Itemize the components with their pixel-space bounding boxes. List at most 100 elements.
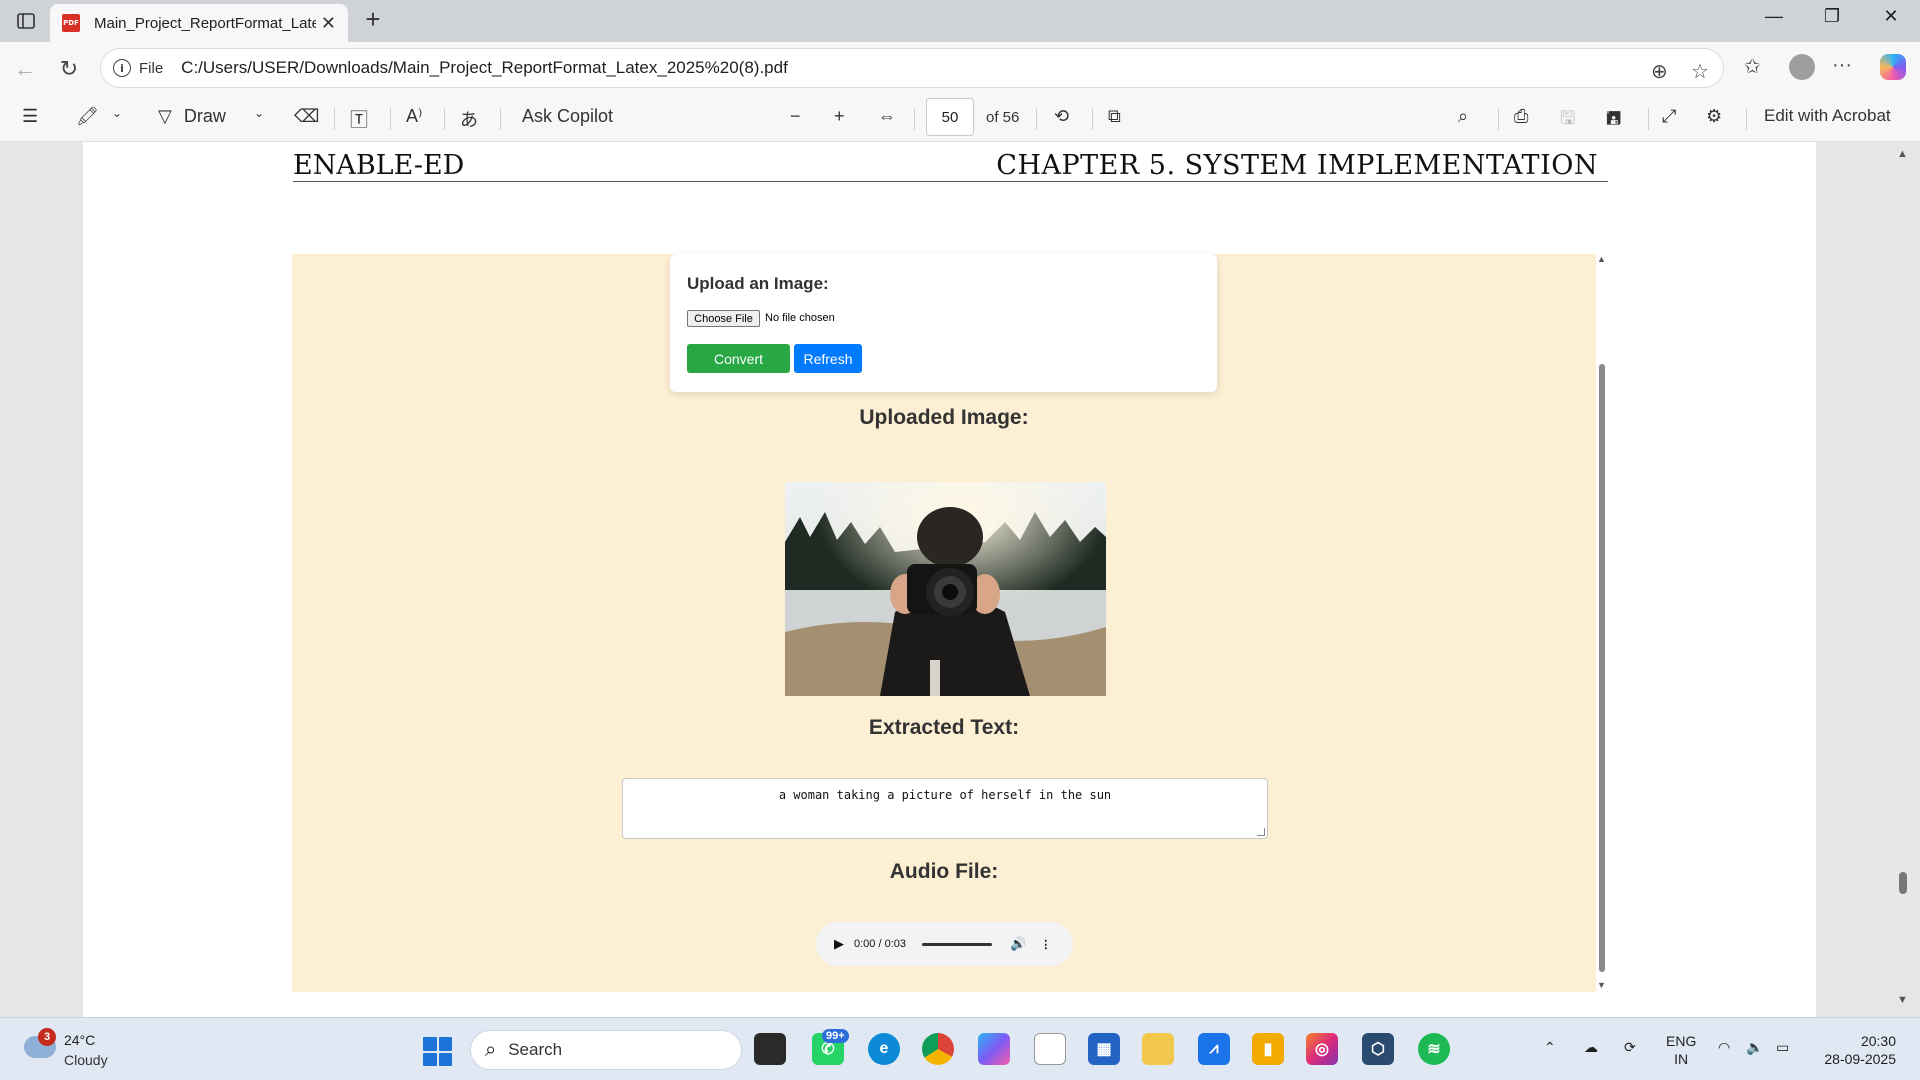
zoom-out-icon[interactable]: − [790,106,801,127]
draw-icon: ▽ [158,106,172,126]
scroll-up-arrow-icon[interactable]: ▲ [1897,148,1908,160]
sync-icon[interactable]: ⟳ [1624,1038,1636,1056]
viewer-scroll-thumb[interactable] [1899,872,1907,894]
spotify-icon[interactable]: ≋ [1418,1033,1450,1065]
onedrive-icon[interactable]: ☁ [1584,1038,1598,1056]
language-top: ENG [1666,1033,1697,1049]
draw-dropdown-icon[interactable]: ⌄ [254,106,264,120]
extracted-text-box: a woman taking a picture of herself in t… [622,778,1268,839]
fit-page-icon[interactable]: ⇔ [878,106,896,127]
taskbar-search[interactable]: ⌕ Search [470,1030,742,1070]
blank-document-icon[interactable] [1034,1033,1066,1065]
back-arrow-icon[interactable]: ← [10,54,40,84]
task-view-icon[interactable] [754,1033,786,1065]
highlight-dropdown-icon[interactable]: ⌄ [112,106,122,120]
header-right: CHAPTER 5. SYSTEM IMPLEMENTATION [996,150,1598,181]
address-field[interactable]: i File C:/Users/USER/Downloads/Main_Proj… [100,48,1724,88]
no-file-text: No file chosen [765,312,835,324]
scroll-down-arrow-icon[interactable]: ▼ [1897,994,1908,1006]
highlight-icon[interactable]: 🖍 [76,106,99,127]
upload-card: Upload an Image: Choose File No file cho… [670,254,1217,392]
embedded-app-screenshot: Upload an Image: Choose File No file cho… [292,254,1596,992]
settings-gear-icon[interactable]: ⚙ [1706,106,1722,127]
ask-copilot-button[interactable]: Ask Copilot [522,106,613,127]
toolbar-divider [444,108,445,130]
extracted-text-title: Extracted Text: [868,716,1020,739]
copilot-icon[interactable] [1880,54,1906,80]
address-bar-row: ← ↻ i File C:/Users/USER/Downloads/Main_… [0,42,1920,94]
scroll-up-icon: ▲ [1597,254,1606,264]
save-icon[interactable]: 🖫 [1560,106,1575,136]
close-tab-icon[interactable]: ✕ [321,13,336,34]
uploaded-photo [785,482,1106,696]
minimize-icon[interactable]: — [1754,6,1794,27]
mysql-workbench-icon[interactable]: ⬡ [1362,1033,1394,1065]
draw-app-icon[interactable]: ⩘ [1198,1033,1230,1065]
copilot-app-icon[interactable] [978,1033,1010,1065]
instagram-icon[interactable]: ◎ [1306,1033,1338,1065]
zoom-icon[interactable]: ⊕ [1651,59,1668,84]
toolbar-divider [334,108,335,130]
pdf-file-icon: PDF [62,14,80,32]
temperature[interactable]: 24°C [64,1032,95,1048]
add-text-icon[interactable]: 🅃 [350,106,368,132]
whatsapp-badge: 99+ [822,1029,849,1043]
print-icon[interactable]: ⎙ [1514,106,1528,127]
new-tab-icon[interactable]: + [358,4,388,35]
edge-icon[interactable]: e [868,1033,900,1065]
taskbar: 3 24°C Cloudy ⌕ Search ✆ 99+ e ▦ ⩘ ▮ ◎ ⬡… [0,1017,1920,1080]
wifi-icon[interactable]: ◠ [1718,1038,1730,1056]
more-menu-icon[interactable]: ··· [1832,54,1852,77]
toolbar-divider [390,108,391,130]
show-hidden-icons-icon[interactable]: ⌃ [1544,1038,1556,1056]
viewer-scrollbar[interactable]: ▲ ▼ [1894,142,1912,1017]
weather-condition[interactable]: Cloudy [64,1052,108,1068]
favorites-icon[interactable]: ✩ [1744,54,1761,79]
erase-icon[interactable]: ⌫ [294,106,319,127]
speaker-icon[interactable]: 🔈 [1746,1038,1763,1056]
store-icon[interactable]: ▦ [1088,1033,1120,1065]
refresh-button: Refresh [794,344,862,373]
power-bi-icon[interactable]: ▮ [1252,1033,1284,1065]
draw-button[interactable]: ▽ Draw [158,106,226,127]
pdf-viewport[interactable]: ENABLE-ED CHAPTER 5. SYSTEM IMPLEMENTATI… [0,142,1920,1017]
restore-icon[interactable]: ❐ [1812,6,1852,27]
toolbar-divider [914,108,915,130]
zoom-in-icon[interactable]: + [834,106,845,127]
toolbar-divider [500,108,501,130]
fullscreen-icon[interactable]: ⤢ [1662,106,1676,127]
volume-icon: 🔊 [1010,936,1027,951]
vertical-tabs-icon[interactable] [12,8,40,34]
search-icon[interactable]: ⌕ [1458,106,1468,127]
reload-icon[interactable]: ↻ [54,54,84,84]
rotate-icon[interactable]: ⟲ [1054,106,1069,127]
chrome-icon[interactable] [922,1033,954,1065]
read-aloud-icon[interactable]: A⁾ [406,106,422,127]
translate-icon[interactable]: あ [460,106,478,132]
tab-pdf[interactable]: PDF Main_Project_ReportFormat_Latex_2025… [50,4,348,42]
extracted-text: a woman taking a picture of herself in t… [778,788,1112,802]
windows-start-icon[interactable] [423,1037,452,1066]
edit-with-acrobat-button[interactable]: Edit with Acrobat [1764,106,1891,126]
url-text[interactable]: C:/Users/USER/Downloads/Main_Project_Rep… [181,58,788,78]
battery-icon[interactable]: ▭ [1776,1038,1789,1056]
info-icon[interactable]: i [113,59,131,77]
audio-player: ▶ 0:00 / 0:03 🔊 ⋮ [816,922,1073,966]
clock[interactable]: 20:30 28-09-2025 [1816,1032,1896,1068]
resize-handle-icon [1257,828,1265,836]
favorite-star-icon[interactable]: ☆ [1691,59,1709,84]
profile-avatar[interactable] [1789,54,1815,80]
close-window-icon[interactable]: ✕ [1871,6,1911,27]
save-as-icon[interactable]: 🖪 [1606,106,1621,136]
header-left: ENABLE-ED [293,150,465,181]
language-indicator[interactable]: ENG IN [1666,1032,1696,1068]
contents-list-icon[interactable]: ☰ [22,106,38,127]
page-view-icon[interactable]: ⧉ [1108,106,1121,127]
file-scheme-label: File [139,59,164,77]
page-number-input[interactable]: 50 [926,98,974,136]
tab-strip: PDF Main_Project_ReportFormat_Latex_2025… [0,0,1920,42]
page-total: of 56 [986,109,1020,126]
file-explorer-icon[interactable] [1142,1033,1174,1065]
audio-progress-track [922,942,992,946]
clock-date: 28-09-2025 [1824,1051,1896,1067]
